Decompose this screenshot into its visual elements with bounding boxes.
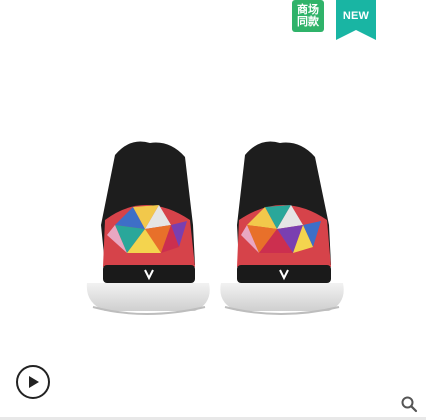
play-video-button[interactable] bbox=[16, 365, 50, 399]
new-badge-label: NEW bbox=[342, 10, 370, 22]
left-shoe bbox=[86, 141, 210, 315]
mall-badge-line1: 商场 bbox=[297, 4, 319, 16]
mall-same-style-badge: 商场 同款 bbox=[292, 0, 324, 32]
mall-badge-line2: 同款 bbox=[297, 16, 319, 28]
play-icon bbox=[29, 376, 39, 388]
new-badge: NEW bbox=[336, 0, 376, 40]
right-shoe bbox=[220, 141, 344, 315]
zoom-search-button[interactable] bbox=[400, 395, 418, 413]
search-icon bbox=[401, 396, 418, 413]
sneaker-product-image bbox=[86, 141, 344, 315]
product-image-viewer: 商场 同款 NEW bbox=[0, 0, 426, 420]
